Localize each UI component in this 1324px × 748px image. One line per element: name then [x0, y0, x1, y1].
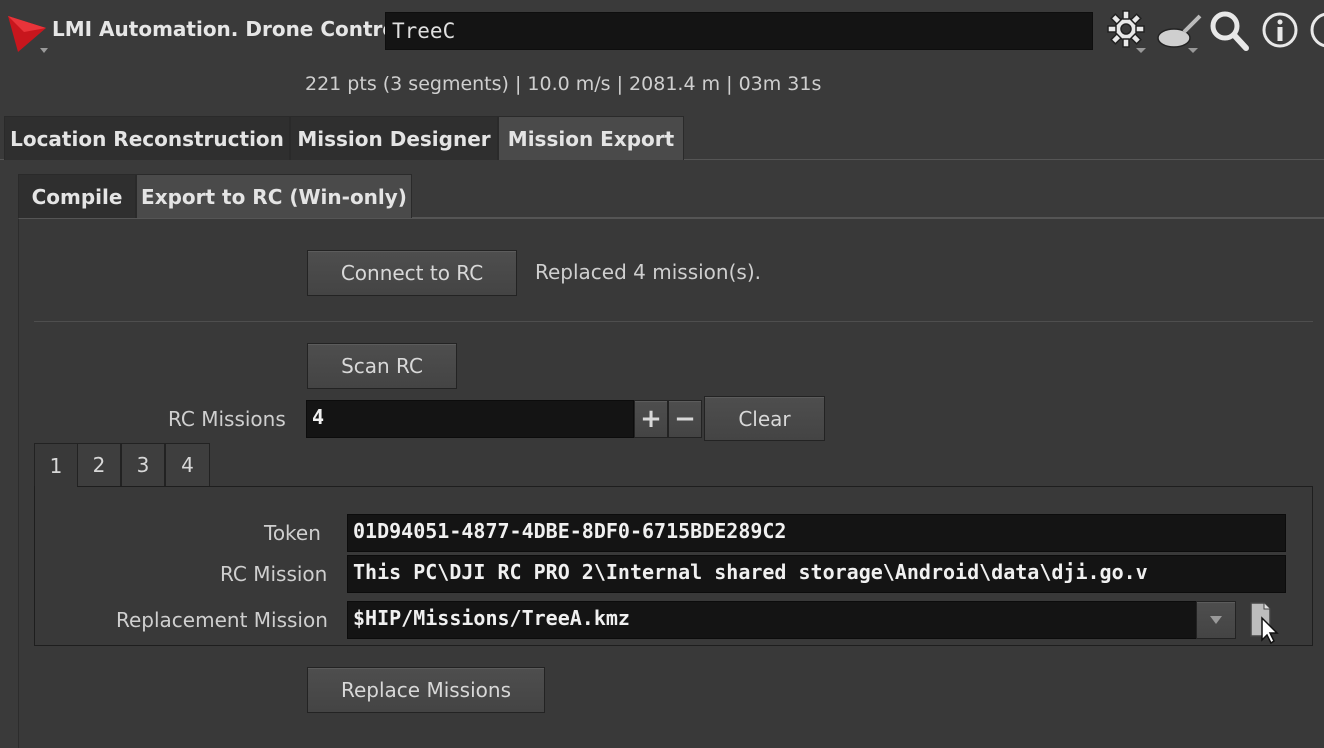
token-label: Token [264, 521, 321, 545]
main-tab-bar: Location Reconstruction Mission Designer… [0, 116, 1324, 160]
tab-export-to-rc[interactable]: Export to RC (Win-only) [136, 174, 412, 218]
export-to-rc-panel [18, 218, 1324, 748]
add-mission-button[interactable]: + [634, 400, 668, 438]
mission-tab-1[interactable]: 1 [34, 443, 78, 487]
remove-mission-button[interactable]: − [668, 400, 702, 438]
mission-tab-2[interactable]: 2 [77, 443, 121, 487]
tab-location-reconstruction[interactable]: Location Reconstruction [4, 116, 290, 160]
clear-button[interactable]: Clear [704, 396, 825, 441]
wok-icon[interactable] [1154, 8, 1202, 54]
mission-tab-4[interactable]: 4 [165, 443, 210, 487]
tab-compile[interactable]: Compile [18, 174, 136, 218]
replacement-mission-field[interactable]: $HIP/Missions/TreeA.kmz [347, 601, 1197, 639]
app-title: LMI Automation. Drone Control [52, 17, 404, 41]
mission-tab-3[interactable]: 3 [121, 443, 165, 487]
search-icon[interactable] [1206, 8, 1252, 54]
tab-mission-designer[interactable]: Mission Designer [290, 116, 498, 160]
houdini-logo-icon[interactable] [6, 14, 50, 54]
replacement-mission-label: Replacement Mission [116, 608, 328, 632]
file-browse-icon[interactable] [1246, 600, 1286, 645]
tab-joiner [35, 486, 77, 488]
rc-missions-label: RC Missions [168, 407, 286, 431]
separator [34, 321, 1313, 322]
node-name-input[interactable]: TreeC [385, 12, 1093, 50]
sub-tab-bar: Compile Export to RC (Win-only) [18, 174, 1324, 218]
gear-icon[interactable] [1104, 8, 1150, 54]
connect-status-text: Replaced 4 mission(s). [535, 260, 761, 284]
info-icon[interactable] [1258, 8, 1304, 54]
token-field[interactable]: 01D94051-4877-4DBE-8DF0-6715BDE289C2 [347, 514, 1286, 552]
tab-mission-export[interactable]: Mission Export [498, 116, 684, 160]
rc-mission-path-field[interactable]: This PC\DJI RC PRO 2\Internal shared sto… [347, 555, 1286, 593]
rc-mission-label: RC Mission [220, 562, 328, 586]
replacement-dropdown-button[interactable] [1196, 601, 1236, 639]
geometry-stats: 221 pts (3 segments) | 10.0 m/s | 2081.4… [305, 73, 822, 95]
replace-missions-button[interactable]: Replace Missions [307, 667, 545, 713]
connect-to-rc-button[interactable]: Connect to RC [307, 250, 517, 296]
rc-missions-count-field[interactable]: 4 [306, 400, 634, 438]
scan-rc-button[interactable]: Scan RC [307, 343, 457, 389]
help-icon[interactable] [1306, 8, 1324, 54]
chevron-down-icon [1210, 616, 1222, 624]
